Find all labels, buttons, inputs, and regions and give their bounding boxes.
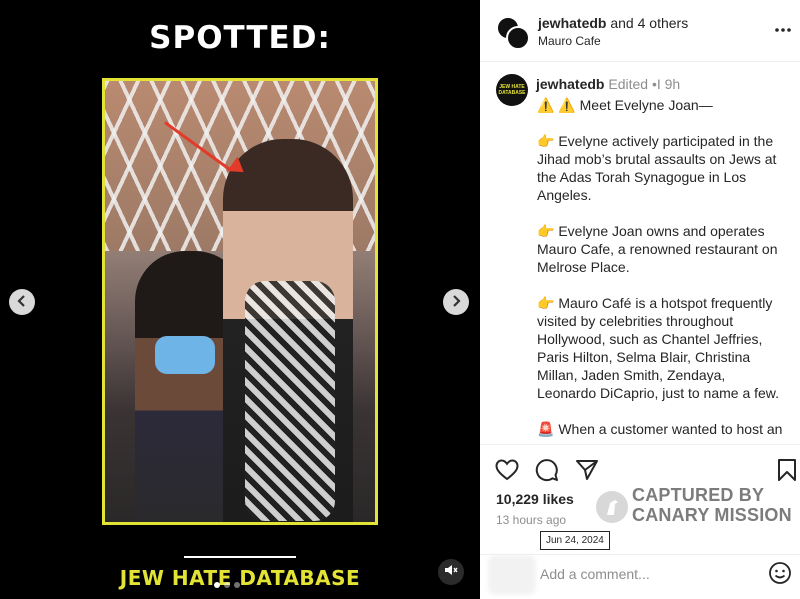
date-tooltip: Jun 24, 2024: [540, 531, 610, 550]
comment-icon: [535, 458, 559, 487]
post-timestamp[interactable]: 13 hours ago: [496, 513, 566, 527]
likes-count[interactable]: 10,229 likes: [496, 491, 574, 507]
caption-line: 👉 Evelyne actively participated in the J…: [537, 133, 777, 203]
carousel-dot: [234, 582, 240, 588]
caption-line: 👉 Mauro Café is a hotspot frequently vis…: [537, 295, 780, 401]
carousel-dot: [214, 582, 220, 588]
avatar[interactable]: JEW HATE DATABASE: [496, 74, 528, 106]
avatar-logo-text: JEW HATE DATABASE: [498, 84, 526, 96]
caption-line: 👉 Evelyne Joan owns and operates Mauro C…: [537, 223, 778, 275]
collab-avatars[interactable]: [496, 16, 532, 52]
watermark-text: CAPTURED BY CANARY MISSION: [632, 485, 792, 525]
carousel-next-button[interactable]: [443, 289, 469, 315]
carousel-prev-button[interactable]: [9, 289, 35, 315]
caption-meta: Edited •I 9h: [604, 76, 681, 92]
chevron-left-icon: [16, 294, 28, 311]
carousel-dot: [224, 582, 230, 588]
post-actions: 10,229 likes 13 hours ago Jun 24, 2024 C…: [480, 444, 800, 554]
brand-text: JEW HATE DATABASE: [119, 566, 361, 590]
comment-button[interactable]: [534, 458, 560, 487]
speaker-muted-icon: [444, 563, 458, 582]
avatar: [506, 26, 530, 50]
caption-header: jewhatedb Edited •I 9h: [536, 76, 680, 92]
canary-bird-icon: [596, 491, 628, 523]
brand-divider: [184, 556, 296, 558]
post-header: jewhatedb and 4 others Mauro Cafe: [480, 0, 800, 62]
share-button[interactable]: [574, 459, 600, 485]
keffiyeh-scarf: [245, 281, 335, 521]
post-media: SPOTTED: JEW HATE DATABASE: [0, 0, 480, 599]
save-button[interactable]: [774, 458, 800, 487]
caption-line: 🚨 When a customer wanted to host an: [537, 421, 783, 437]
caption-area[interactable]: JEW HATE DATABASE jewhatedb Edited •I 9h…: [480, 62, 800, 444]
collab-others[interactable]: and 4 others: [606, 15, 688, 31]
chevron-right-icon: [450, 294, 462, 311]
watermark-line: CAPTURED BY: [632, 485, 765, 505]
media-heading: SPOTTED:: [149, 20, 331, 56]
bookmark-icon: [777, 458, 797, 487]
more-options-button[interactable]: [774, 22, 792, 33]
post-side-panel: jewhatedb and 4 others Mauro Cafe JEW HA…: [480, 0, 800, 599]
comment-input[interactable]: [540, 563, 760, 585]
location-link[interactable]: Mauro Cafe: [538, 34, 601, 48]
share-icon: [575, 458, 599, 487]
header-username[interactable]: jewhatedb: [538, 15, 606, 31]
canary-mission-watermark: CAPTURED BY CANARY MISSION: [592, 485, 800, 529]
caption-line: ⚠️ ⚠️ Meet Evelyne Joan—: [537, 97, 713, 113]
like-button[interactable]: [494, 458, 520, 486]
watermark-line: CANARY MISSION: [632, 505, 792, 525]
mute-toggle-button[interactable]: [438, 559, 464, 585]
blurred-avatar: [488, 555, 536, 595]
caption-text: ⚠️ ⚠️ Meet Evelyne Joan— 👉 Evelyne activ…: [537, 96, 787, 444]
carousel-dots: [214, 582, 240, 588]
more-horizontal-icon: [774, 17, 792, 37]
comment-bar: [480, 554, 800, 599]
smiley-icon: [768, 562, 792, 589]
collab-names[interactable]: jewhatedb and 4 others: [538, 15, 688, 31]
post-photo: [102, 78, 378, 525]
face-mask: [155, 336, 215, 374]
caption-username[interactable]: jewhatedb: [536, 76, 604, 92]
heart-icon: [495, 458, 519, 486]
emoji-picker-button[interactable]: [768, 561, 792, 585]
